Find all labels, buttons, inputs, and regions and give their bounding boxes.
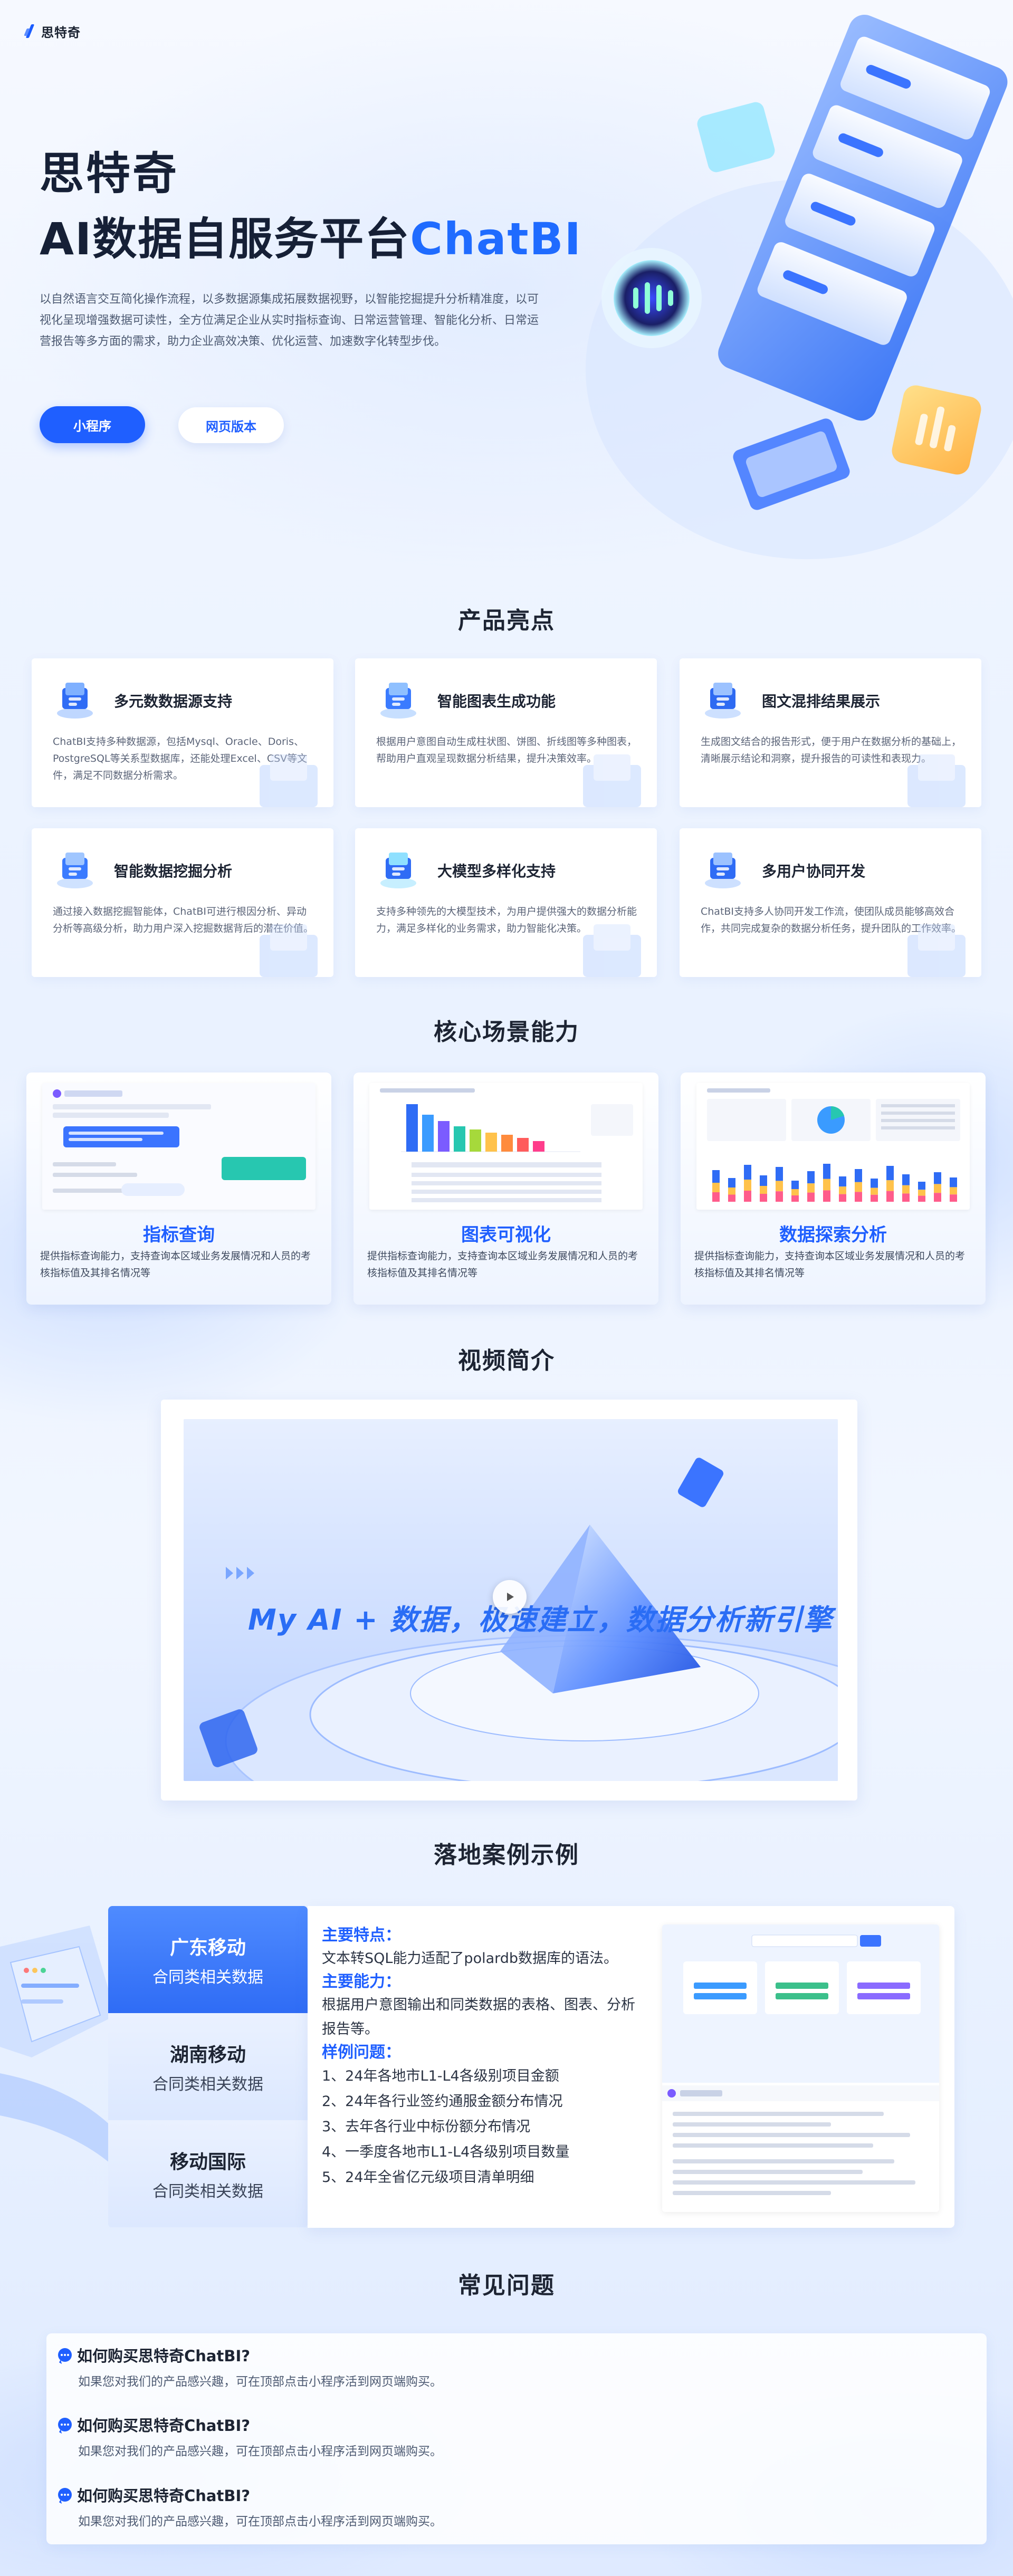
feature-decoration bbox=[907, 754, 966, 807]
hero-title-main: AI数据自服务平台 bbox=[40, 213, 410, 265]
web-version-button[interactable]: 网页版本 bbox=[178, 407, 284, 443]
chat-bubble-icon bbox=[58, 2418, 72, 2431]
scene-screenshot bbox=[369, 1083, 643, 1210]
hero-title-accent: ChatBI bbox=[410, 213, 582, 265]
play-icon bbox=[507, 1593, 514, 1601]
feature-card: 智能数据挖掘分析 通过接入数据挖掘智能体，ChatBI可进行根因分析、异动分析等高… bbox=[32, 828, 333, 977]
hero-title-line2: AI数据自服务平台ChatBI bbox=[40, 204, 582, 267]
scene-title: 数据探索分析 bbox=[779, 1224, 887, 1246]
case-tab-sub: 合同类相关数据 bbox=[152, 2075, 263, 2094]
example-item: 4、一季度各地市L1-L4各级别项目数量 bbox=[322, 2144, 570, 2160]
faq-answer: 如果您对我们的产品感兴趣，可在顶部点击小程序活到网页端购买。 bbox=[78, 2515, 442, 2529]
case-tab-name: 移动国际 bbox=[169, 2151, 246, 2173]
feature-decoration bbox=[260, 754, 318, 807]
highlights-title: 产品亮点 bbox=[458, 607, 555, 634]
feature-decoration bbox=[583, 754, 641, 807]
feature-title: 大模型多样化支持 bbox=[437, 863, 556, 880]
case-tab-international[interactable]: 移动国际 合同类相关数据 bbox=[108, 2120, 308, 2227]
video-overlay-text: My AI + 数据，极速建立，数据分析新引擎 bbox=[248, 1603, 833, 1636]
feature-decoration bbox=[260, 924, 318, 977]
faq-answer: 如果您对我们的产品感兴趣，可在顶部点击小程序活到网页端购买。 bbox=[78, 2445, 442, 2458]
scene-title: 图表可视化 bbox=[461, 1224, 551, 1246]
feature-card: 多元数数据源支持 ChatBI支持多种数据源，包括Mysql、Oracle、Dor… bbox=[32, 658, 333, 807]
faq-item[interactable]: 如何购买思特奇ChatBI? 如果您对我们的产品感兴趣，可在顶部点击小程序活到网… bbox=[58, 2484, 442, 2529]
hero-description: 以自然语言交互简化操作流程，以多数据源集成拓展数据视野，以智能挖掘提升分析精准度… bbox=[40, 293, 539, 348]
scene-screenshot bbox=[696, 1083, 970, 1210]
case-tab-guangdong[interactable]: 广东移动 合同类相关数据 bbox=[108, 1906, 308, 2013]
example-item: 3、去年各行业中标份额分布情况 bbox=[322, 2119, 531, 2135]
scene-card-chart-visualization[interactable]: 图表可视化提供指标查询能力，支持查询本区域业务发展情况和人员的考核指标值及其排名… bbox=[353, 1072, 658, 1305]
feature-title: 多元数数据源支持 bbox=[114, 693, 233, 710]
multi-user-icon bbox=[705, 853, 741, 888]
features-text: 文本转SQL能力适配了polardb数据库的语法。 bbox=[322, 1950, 618, 1967]
cases-title: 落地案例示例 bbox=[434, 1842, 579, 1869]
scene-title: 指标查询 bbox=[143, 1224, 215, 1246]
scenes-title: 核心场景能力 bbox=[434, 1019, 579, 1046]
feature-title: 图文混排结果展示 bbox=[762, 693, 881, 710]
hero-title-line1: 思特奇 bbox=[40, 148, 179, 199]
case-details: 主要特点： 文本转SQL能力适配了polardb数据库的语法。 主要能力： 根据… bbox=[322, 1924, 649, 2190]
case-tab-sub: 合同类相关数据 bbox=[152, 1968, 263, 1987]
faq-question: 如何购买思特奇ChatBI? bbox=[77, 2347, 251, 2365]
play-button[interactable] bbox=[493, 1580, 527, 1614]
feature-card: 多用户协同开发 ChatBI支持多人协同开发工作流，使团队成员能够高效合作，共同完… bbox=[680, 828, 981, 977]
case-tab-sub: 合同类相关数据 bbox=[152, 2182, 263, 2201]
examples-label: 样例问题： bbox=[322, 2043, 401, 2062]
feature-title: 智能图表生成功能 bbox=[437, 693, 556, 710]
example-item: 1、24年各地市L1-L4各级别项目金额 bbox=[322, 2068, 559, 2084]
faq-item[interactable]: 如何购买思特奇ChatBI? 如果您对我们的产品感兴趣，可在顶部点击小程序活到网… bbox=[58, 2344, 442, 2389]
feature-card: 图文混排结果展示 生成图文结合的报告形式，便于用户在数据分析的基础上，清晰展示结论… bbox=[680, 658, 981, 807]
examples-list: 1、24年各地市L1-L4各级别项目金额 2、24年各行业签约通服金额分布情况 … bbox=[322, 2064, 649, 2190]
database-stack-icon bbox=[57, 683, 93, 719]
case-tabs: 广东移动 合同类相关数据 湖南移动 合同类相关数据 移动国际 合同类相关数据 bbox=[108, 1906, 308, 2228]
case-tab-name: 湖南移动 bbox=[169, 2044, 246, 2066]
abilities-label: 主要能力： bbox=[322, 1972, 401, 1991]
scene-description: 提供指标查询能力，支持查询本区域业务发展情况和人员的考核指标值及其排名情况等 bbox=[367, 1250, 638, 1279]
scene-card-metric-query[interactable]: 指标查询提供指标查询能力，支持查询本区域业务发展情况和人员的考核指标值及其排名情… bbox=[26, 1072, 331, 1305]
faq-answer: 如果您对我们的产品感兴趣，可在顶部点击小程序活到网页端购买。 bbox=[78, 2375, 442, 2389]
feature-title: 多用户协同开发 bbox=[762, 863, 866, 880]
chart-generation-icon bbox=[380, 683, 416, 719]
chat-bubble-icon bbox=[58, 2348, 72, 2362]
faq-question: 如何购买思特奇ChatBI? bbox=[77, 2487, 251, 2505]
video-title: 视频简介 bbox=[458, 1347, 555, 1374]
faq-title: 常见问题 bbox=[458, 2272, 555, 2299]
abilities-text: 根据用户意图输出和同类数据的表格、图表、分析报告等。 bbox=[322, 1997, 635, 2037]
model-network-icon bbox=[380, 853, 416, 888]
logo[interactable]: 思特奇 bbox=[24, 22, 81, 40]
features-label: 主要特点： bbox=[322, 1926, 401, 1945]
chat-bubble-icon bbox=[58, 2488, 72, 2502]
logo-icon bbox=[24, 24, 37, 38]
feature-decoration bbox=[907, 924, 966, 977]
scene-description: 提供指标查询能力，支持查询本区域业务发展情况和人员的考核指标值及其排名情况等 bbox=[694, 1250, 966, 1279]
data-mining-icon bbox=[57, 853, 93, 888]
case-tab-hunan[interactable]: 湖南移动 合同类相关数据 bbox=[108, 2013, 308, 2120]
example-item: 2、24年各行业签约通服金额分布情况 bbox=[322, 2093, 563, 2110]
scene-screenshot bbox=[42, 1083, 316, 1210]
faq-question: 如何购买思特奇ChatBI? bbox=[77, 2417, 251, 2435]
mini-program-button[interactable]: 小程序 bbox=[40, 406, 145, 443]
scene-card-data-exploration[interactable]: 数据探索分析提供指标查询能力，支持查询本区域业务发展情况和人员的考核指标值及其排… bbox=[681, 1072, 986, 1305]
example-item: 5、24年全省亿元级项目清单明细 bbox=[322, 2169, 534, 2186]
image-text-icon bbox=[705, 683, 741, 719]
case-tab-name: 广东移动 bbox=[169, 1937, 246, 1959]
feature-card: 大模型多样化支持 支持多种领先的大模型技术，为用户提供强大的数据分析能力，满足多样… bbox=[355, 828, 657, 977]
feature-title: 智能数据挖掘分析 bbox=[114, 863, 233, 880]
faq-item[interactable]: 如何购买思特奇ChatBI? 如果您对我们的产品感兴趣，可在顶部点击小程序活到网… bbox=[58, 2414, 442, 2459]
feature-card: 智能图表生成功能 根据用户意图自动生成柱状图、饼图、折线图等多种图表，帮助用户直观… bbox=[355, 658, 657, 807]
hero-illustration bbox=[580, 0, 1013, 570]
case-screenshot bbox=[662, 1924, 939, 2212]
logo-text: 思特奇 bbox=[41, 25, 81, 40]
scene-description: 提供指标查询能力，支持查询本区域业务发展情况和人员的考核指标值及其排名情况等 bbox=[40, 1250, 311, 1279]
feature-decoration bbox=[583, 924, 641, 977]
